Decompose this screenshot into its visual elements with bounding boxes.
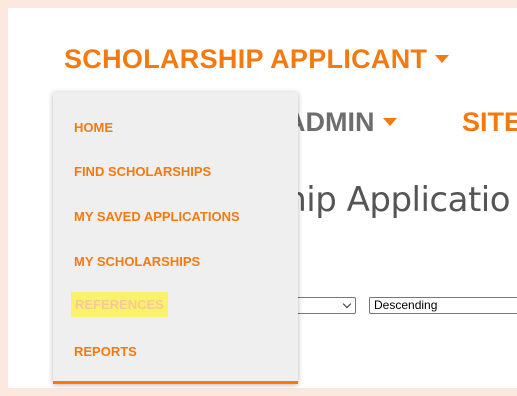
caret-down-icon: [435, 54, 450, 63]
nav-admin[interactable]: ADMIN: [286, 107, 397, 138]
chevron-down-icon: [342, 299, 352, 309]
nav-scholarship-applicant[interactable]: SCHOLARSHIP APPLICANT: [64, 44, 450, 75]
nav-applicant-label: SCHOLARSHIP APPLICANT: [64, 44, 428, 74]
nav-site[interactable]: SITE: [462, 107, 517, 138]
nav-admin-label: ADMIN: [286, 107, 375, 137]
caret-down-icon: [382, 117, 397, 126]
menu-item-reports[interactable]: REPORTS: [74, 344, 137, 359]
menu-item-home[interactable]: HOME: [74, 120, 113, 135]
sort-order-value: Descending: [374, 298, 438, 312]
page-title: ship Applicatio: [268, 180, 511, 220]
menu-item-my-saved-applications[interactable]: MY SAVED APPLICATIONS: [74, 209, 240, 224]
nav-site-label: SITE: [462, 107, 517, 137]
applicant-dropdown-menu: HOME FIND SCHOLARSHIPS MY SAVED APPLICAT…: [53, 92, 298, 384]
menu-item-find-scholarships[interactable]: FIND SCHOLARSHIPS: [74, 164, 211, 179]
sort-order-select[interactable]: Descending: [369, 297, 517, 314]
menu-item-references[interactable]: REFERENCES: [71, 292, 168, 317]
menu-item-my-scholarships[interactable]: MY SCHOLARSHIPS: [74, 254, 200, 269]
